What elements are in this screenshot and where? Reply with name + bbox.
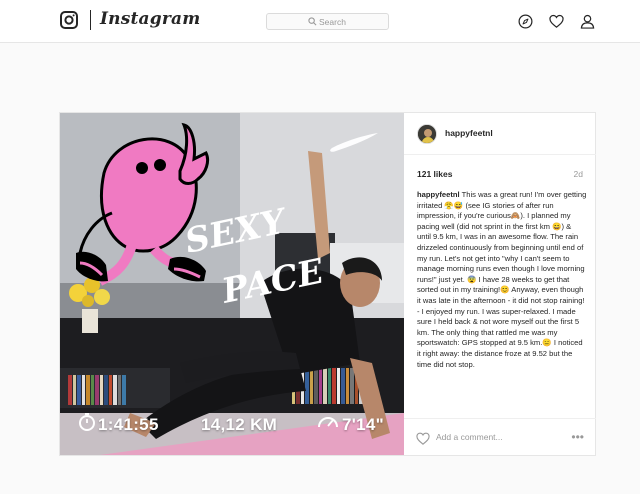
post-header: happyfeetnl [404, 113, 596, 155]
post-image[interactable]: SEXY PACE 1:41:55 14,12 KM 7'14" [60, 113, 404, 455]
caption-username[interactable]: happyfeetnl [417, 190, 460, 199]
search-input[interactable] [319, 14, 387, 29]
search-icon [308, 17, 317, 26]
instagram-camera-icon[interactable] [60, 11, 78, 29]
caption: happyfeetnl This was a great run! I'm ov… [417, 190, 587, 370]
heart-icon[interactable] [549, 14, 564, 29]
duration-stat: 1:41:55 [98, 415, 159, 434]
top-nav: Instagram [0, 0, 640, 43]
logo-divider [90, 10, 91, 30]
post-sidebar: happyfeetnl 121 likes 2d happyfeetnl Thi… [404, 113, 596, 455]
post-card: SEXY PACE 1:41:55 14,12 KM 7'14" happyfe… [59, 112, 596, 456]
likes-count[interactable]: 121 likes [417, 169, 452, 179]
caption-text: This was a great run! I'm over getting i… [417, 190, 587, 369]
like-heart-icon[interactable] [416, 432, 430, 445]
profile-icon[interactable] [580, 14, 595, 29]
post-age: 2d [573, 169, 583, 179]
add-comment-input[interactable] [436, 429, 556, 445]
instagram-wordmark[interactable]: Instagram [100, 9, 200, 29]
avatar[interactable] [417, 124, 437, 144]
post-photo-illustration: SEXY PACE [60, 113, 404, 455]
compass-icon[interactable] [518, 14, 533, 29]
distance-stat: 14,12 KM [201, 415, 278, 434]
comment-bar: ••• [404, 418, 596, 455]
pace-stat: 7'14" [342, 415, 384, 434]
search-box[interactable] [266, 13, 389, 30]
more-options-button[interactable]: ••• [571, 430, 584, 444]
author-username[interactable]: happyfeetnl [445, 128, 493, 138]
